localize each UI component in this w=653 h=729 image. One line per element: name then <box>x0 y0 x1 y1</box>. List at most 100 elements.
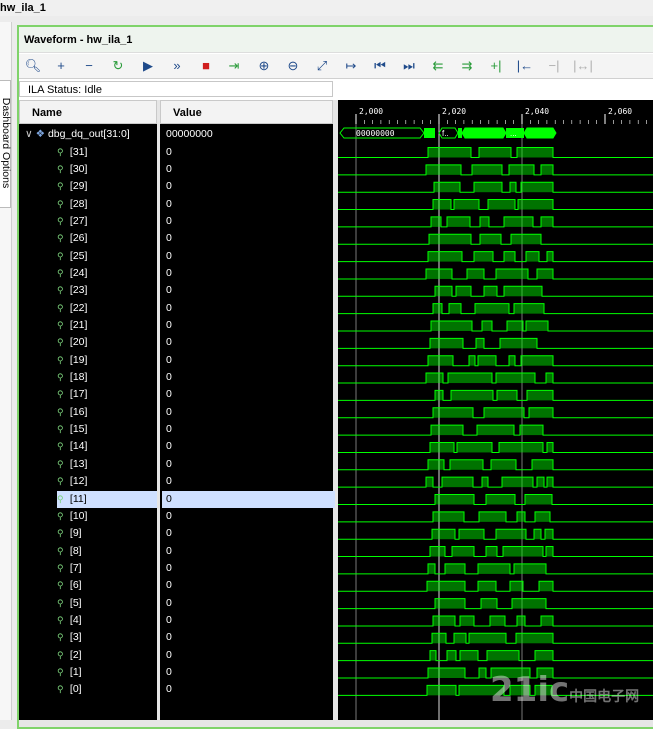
signal-high-pulse <box>431 321 472 331</box>
signal-name-row[interactable]: ⚲ [15] <box>57 421 157 438</box>
signal-name-row[interactable]: ⚲ [0] <box>57 681 157 698</box>
signal-high-pulse <box>539 581 553 592</box>
signal-name: [31] <box>67 145 88 158</box>
signal-icon: ⚲ <box>57 285 64 296</box>
run-all-icon[interactable]: » <box>167 57 187 75</box>
signal-name-row[interactable]: ⚲ [6] <box>57 577 157 594</box>
signal-high-pulse <box>514 303 544 314</box>
time-ruler[interactable]: 2,000 2,020 2,040 2,060 <box>338 100 653 124</box>
signal-value: 0 <box>166 319 172 331</box>
signal-name-row[interactable]: ⚲ [16] <box>57 404 157 421</box>
signal-value: 0 <box>162 490 335 508</box>
signal-high-pulse <box>511 234 541 245</box>
signal-icon: ⚲ <box>57 406 64 417</box>
signal-name: [18] <box>67 371 88 384</box>
signal-high-pulse <box>431 216 441 227</box>
export-icon[interactable]: ⇥ <box>224 57 244 75</box>
signal-name: [21] <box>67 319 88 331</box>
signal-value: 0 <box>166 145 172 158</box>
signal-name-row[interactable]: ⚲ [8] <box>57 543 157 560</box>
side-strip: Dashboard Options <box>0 22 12 720</box>
dashboard-options-tab[interactable]: Dashboard Options <box>0 80 12 208</box>
signal-icon: ⚲ <box>57 146 64 157</box>
signal-value: 0 <box>166 388 172 401</box>
name-column-header[interactable]: Name <box>19 100 157 124</box>
signal-name-row[interactable]: ⚲ [17] <box>57 386 157 403</box>
add-icon[interactable]: + <box>51 57 71 75</box>
signal-name-row[interactable]: ⚲ [22] <box>57 300 157 317</box>
signal-name-row[interactable]: ⚲ [5] <box>57 595 157 612</box>
signal-name-row[interactable]: ⚲ [10] <box>57 508 157 525</box>
signal-name-row[interactable]: ⚲ [26] <box>57 230 157 247</box>
signal-name-row[interactable]: ⚲ [30] <box>57 161 157 178</box>
signal-high-pulse <box>428 147 471 158</box>
signal-name-row[interactable]: ⚲ [2] <box>57 647 157 664</box>
add-marker-icon[interactable]: ↦ <box>341 57 361 75</box>
zoom-fit-icon[interactable]: ⤢ <box>312 57 332 75</box>
signal-high-pulse <box>504 216 533 227</box>
signal-icon: ⚲ <box>57 667 64 677</box>
next-transition-icon[interactable]: ⇉ <box>457 57 477 75</box>
signal-name-row[interactable]: ⚲ [28] <box>57 196 157 213</box>
signal-name: [3] <box>67 631 82 644</box>
signal-name-row[interactable]: ⚲ [9] <box>57 525 157 542</box>
signal-name-row[interactable]: ⚲ [11] <box>57 490 157 508</box>
signal-name-row[interactable]: ⚲ [4] <box>57 612 157 629</box>
signal-name-row[interactable]: ⚲ [31] <box>57 144 157 161</box>
signal-name-row[interactable]: ⚲ [19] <box>57 352 157 369</box>
waveform-panel: Waveform - hw_ila_1 🔍︎ + − ↻ ▶ » ■ ⇥ ⊕ ⊖… <box>17 25 653 729</box>
stop-icon[interactable]: ■ <box>196 57 216 75</box>
fit-cursor-icon[interactable]: |↔| <box>573 57 593 75</box>
add-cursor-icon[interactable]: +| <box>486 57 506 75</box>
zoom-in-icon[interactable]: ⊕ <box>254 57 274 75</box>
signal-name-row[interactable]: ⚲ [1] <box>57 664 157 681</box>
signal-high-pulse <box>426 268 452 279</box>
horizontal-scrollbar[interactable] <box>19 720 653 727</box>
signal-high-pulse <box>430 442 454 453</box>
signal-name-row[interactable]: ⚲ [21] <box>57 317 157 334</box>
go-first-icon[interactable]: ⏮ <box>370 57 390 75</box>
signal-name-row[interactable]: ⚲ [24] <box>57 265 157 282</box>
signal-value: 0 <box>166 371 172 384</box>
signal-name-row[interactable]: ⚲ [25] <box>57 248 157 265</box>
remove-icon[interactable]: − <box>79 57 99 75</box>
search-icon[interactable]: 🔍︎ <box>23 57 43 75</box>
signal-name-row[interactable]: ⚲ [18] <box>57 369 157 386</box>
bus-busy-segment <box>458 128 462 138</box>
signal-value: 0 <box>166 214 172 227</box>
value-column-header[interactable]: Value <box>160 100 333 124</box>
signal-name-row[interactable]: ⚲ [20] <box>57 334 157 351</box>
signal-name-row[interactable]: ⚲ [29] <box>57 178 157 195</box>
remove-cursor-icon[interactable]: −| <box>544 57 564 75</box>
bus-row-name[interactable]: ∨ ❖ dbg_dq_out[31:0] <box>25 126 130 143</box>
zoom-out-icon[interactable]: ⊖ <box>283 57 303 75</box>
bus-busy-segment <box>424 128 435 138</box>
prev-transition-icon[interactable]: ⇇ <box>428 57 448 75</box>
signal-value-list: 00000000 0000000000000000000000000000000… <box>160 124 335 720</box>
swap-cursor-icon[interactable]: |← <box>515 57 535 75</box>
signal-name-row[interactable]: ⚲ [14] <box>57 438 157 455</box>
signal-high-pulse <box>503 546 543 557</box>
signal-high-pulse <box>451 390 493 401</box>
run-icon[interactable]: ▶ <box>138 57 158 75</box>
signal-name-row[interactable]: ⚲ [13] <box>57 456 157 473</box>
signal-value: 0 <box>166 527 172 540</box>
signal-waveform <box>338 528 653 540</box>
signal-high-pulse <box>435 390 443 401</box>
chevron-down-icon[interactable]: ∨ <box>25 128 33 140</box>
signal-high-pulse <box>516 633 553 644</box>
signal-name-row[interactable]: ⚲ [27] <box>57 213 157 230</box>
signal-name: [1] <box>67 666 82 678</box>
signal-name-row[interactable]: ⚲ [7] <box>57 560 157 577</box>
waveform-viewer[interactable]: 00000000 f..... <box>338 124 653 720</box>
signal-name-row[interactable]: ⚲ [12] <box>57 473 157 490</box>
signal-icon: ⚲ <box>57 320 64 330</box>
signal-name: [20] <box>67 336 88 349</box>
go-last-icon[interactable]: ⏭ <box>399 57 419 75</box>
refresh-icon[interactable]: ↻ <box>108 57 128 75</box>
signal-high-pulse <box>537 268 553 279</box>
signal-high-pulse <box>518 199 553 210</box>
signal-name-row[interactable]: ⚲ [3] <box>57 629 157 646</box>
signal-value: 0 <box>166 683 172 696</box>
signal-name-row[interactable]: ⚲ [23] <box>57 282 157 299</box>
